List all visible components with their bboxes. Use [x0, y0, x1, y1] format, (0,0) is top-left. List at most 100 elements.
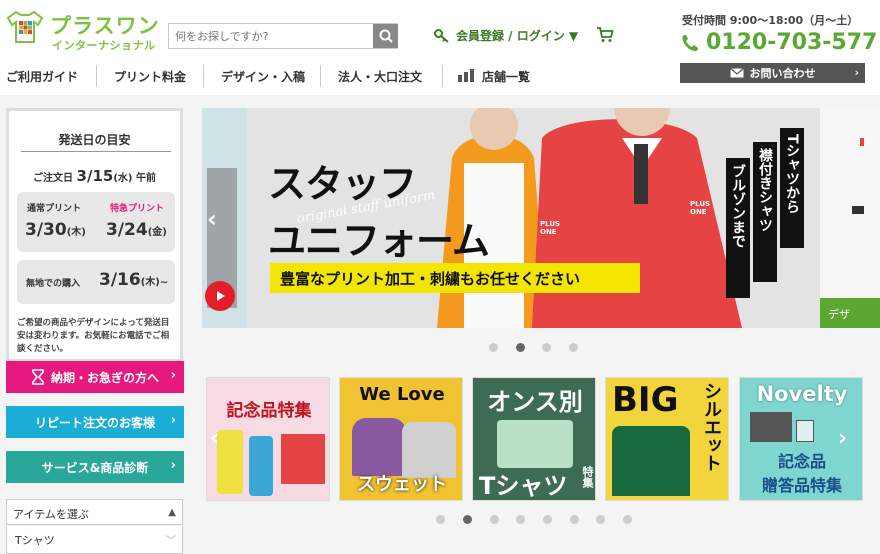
hero-pagination [0, 343, 880, 353]
hero-title-line2: ユニフォーム [268, 219, 490, 263]
order-date-suffix: 午前 [135, 173, 156, 184]
search-box [168, 23, 398, 49]
plain-purchase-panel: 無地での購入 3/16(木)~ [17, 260, 175, 304]
mail-icon [729, 68, 744, 78]
feature-thumb-kinenhin[interactable]: 記念品特集 [206, 377, 330, 501]
pagination-dot[interactable] [542, 343, 551, 352]
thumb-title: 記念品特集 [226, 401, 312, 421]
pagination-dot[interactable] [516, 515, 525, 524]
thumb-subtitle-2: 贈答品特集 [761, 476, 842, 495]
urgent-delivery-button[interactable]: 納期・お急ぎの方へ › [6, 361, 184, 393]
logo[interactable]: プラスワン インターナショナル [6, 10, 166, 54]
feature-thumb-big[interactable]: BIG シルエット [605, 377, 729, 501]
thumbs-next-arrow[interactable]: › [838, 426, 847, 451]
phone-icon [682, 34, 698, 51]
normal-print-date: 3/30(木) [25, 220, 86, 240]
item-option-label: Tシャツ [15, 534, 55, 547]
thumb-subtitle: Tシャツ [479, 472, 568, 500]
decoration [852, 206, 864, 214]
big-tshirt-image [612, 426, 690, 496]
logo-title: プラスワン [50, 14, 160, 38]
nav-design[interactable]: デザイン・入稿 [221, 68, 305, 85]
tshirt-logo-icon [6, 10, 44, 43]
vertical-line-3: ブルゾンまで [726, 158, 750, 298]
search-button[interactable] [373, 24, 398, 48]
repeat-order-label: リピート注文のお客様 [34, 415, 155, 430]
contact-button[interactable]: お問い合わせ › [680, 63, 865, 83]
pagination-dot-active[interactable] [463, 515, 472, 524]
hero-banner-text: 豊富なプリント加工・刺繍もお任せください [270, 263, 640, 293]
hero-prev-arrow[interactable]: ‹ [207, 205, 217, 233]
nav-divider [96, 65, 97, 87]
play-button[interactable] [205, 281, 235, 311]
tablet-image [750, 412, 792, 442]
chevron-down-icon: ﹀ [166, 536, 176, 547]
chevron-right-icon: › [170, 458, 176, 473]
nav-print-price[interactable]: プリント料金 [114, 68, 186, 85]
order-date-dow: (水) [113, 173, 133, 184]
next-slide-label: デザ [820, 298, 880, 328]
chevron-right-icon: › [170, 413, 176, 428]
member-login-label: 会員登録 / ログイン ▼ [456, 29, 579, 43]
plus-one-logo: PLUS ONE [690, 200, 711, 216]
chevron-right-icon: › [854, 66, 859, 79]
plain-purchase-label: 無地での購入 [26, 279, 81, 289]
feature-thumb-ounce[interactable]: オンス別 Tシャツ 特集 [472, 377, 596, 501]
hourglass-icon [32, 369, 44, 385]
bottle-image [249, 436, 273, 496]
pagination-dot[interactable] [543, 515, 552, 524]
search-input[interactable] [169, 24, 372, 48]
vertical-line-1: Tシャツから [780, 128, 804, 248]
nav-corporate[interactable]: 法人・大口注文 [338, 68, 422, 85]
plus-one-logo: PLUS ONE [540, 220, 561, 236]
nav-divider [203, 65, 204, 87]
glass-image [796, 420, 814, 442]
bag-image [281, 434, 325, 484]
service-diagnosis-button[interactable]: サービス&商品診断 › [6, 451, 184, 483]
phone-number-text: 0120-703-577 [706, 30, 878, 55]
play-icon [217, 291, 225, 301]
order-date-label: ご注文日 [33, 173, 74, 184]
pagination-dot[interactable] [569, 343, 578, 352]
pagination-dot-active[interactable] [516, 343, 525, 352]
next-slide-peek[interactable]: デザ [820, 108, 880, 328]
phone-number[interactable]: 0120-703-577 [680, 30, 877, 55]
nav-stores[interactable]: 店舗一覧 [482, 68, 530, 85]
print-dates-panel: 通常プリント 特急プリント 3/30(木) 3/24(金) [17, 192, 175, 252]
order-date-value: 3/15 [76, 167, 114, 185]
express-print-date: 3/24(金) [106, 220, 167, 240]
global-nav: ご利用ガイド プリント料金 デザイン・入稿 法人・大口注文 店舗一覧 [0, 58, 680, 94]
pagination-dot[interactable] [490, 515, 499, 524]
thumb-subtitle-2: 特集 [581, 466, 594, 488]
repeat-order-button[interactable]: リピート注文のお客様 › [6, 406, 184, 438]
pagination-dot[interactable] [489, 343, 498, 352]
urgent-delivery-label: 納期・お急ぎの方へ [50, 370, 159, 385]
feature-thumb-sweat[interactable]: We Love スウェット [339, 377, 463, 501]
contact-label: お問い合わせ [749, 67, 816, 80]
pagination-dot[interactable] [623, 515, 632, 524]
pagination-dot[interactable] [570, 515, 579, 524]
thumb-title: We Love [359, 384, 445, 405]
item-option-tshirt[interactable]: Tシャツ ﹀ [6, 526, 183, 554]
pagination-dot[interactable] [596, 515, 605, 524]
thumb-subtitle: 記念品 [777, 452, 826, 471]
vertical-line-2: 襟付きシャツ [753, 142, 777, 282]
member-login-link[interactable]: 会員登録 / ログイン ▼ [434, 27, 578, 44]
divider [21, 151, 171, 152]
nav-guide[interactable]: ご利用ガイド [6, 68, 78, 85]
tshirt-image [497, 420, 573, 468]
shipping-title: 発送日の目安 [58, 133, 131, 147]
pagination-dot[interactable] [436, 515, 445, 524]
thumb-title: BIG [612, 380, 679, 420]
plain-purchase-date: 3/16(木)~ [99, 270, 169, 290]
normal-print-label: 通常プリント [27, 204, 82, 214]
express-print-label: 特急プリント [110, 204, 165, 214]
cart-icon[interactable] [596, 26, 614, 44]
search-icon [379, 29, 393, 43]
business-hours: 受付時間 9:00～18:00（月～土） [682, 14, 859, 27]
store-icon [458, 69, 474, 82]
thumb-title: オンス別 [487, 388, 583, 416]
thumbs-prev-arrow[interactable]: ‹ [210, 426, 219, 451]
hero-vertical-text: Tシャツから 襟付きシャツ ブルゾンまで [722, 128, 804, 304]
chevron-right-icon: › [170, 368, 176, 383]
